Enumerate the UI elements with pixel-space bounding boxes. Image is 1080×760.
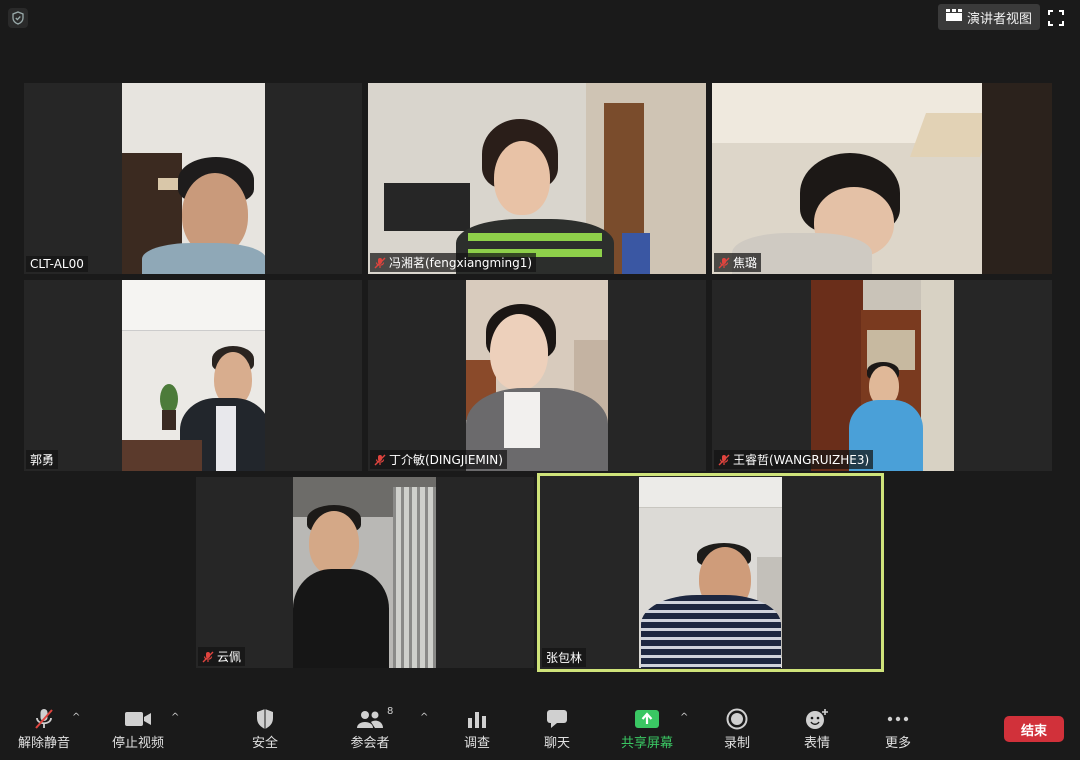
participant-name-tag: CLT-AL00	[26, 256, 88, 272]
end-meeting-button[interactable]: 结束	[1004, 716, 1064, 742]
participant-name-tag: 郭勇	[26, 450, 59, 469]
share-screen-button[interactable]: 共享屏幕	[612, 706, 682, 751]
video-tile[interactable]: 王睿哲(WANGRUIZHE3)	[712, 280, 1052, 471]
muted-mic-icon	[374, 454, 386, 466]
muted-mic-icon	[374, 257, 386, 269]
more-button[interactable]: 更多	[863, 706, 933, 751]
participant-video	[293, 477, 436, 668]
participant-name-tag: 丁介敏(DINGJIEMIN)	[370, 450, 507, 469]
chat-button[interactable]: 聊天	[522, 706, 592, 751]
participant-name-tag: 焦璐	[714, 253, 762, 272]
participant-name-tag: 张包林	[542, 648, 587, 667]
reactions-button[interactable]: 表情	[782, 706, 852, 751]
bar-chart-icon	[467, 706, 487, 732]
ellipsis-icon	[887, 706, 909, 732]
meeting-toolbar: 解除静音 ^ 停止视频 ^ 安全 参会者 8 ^ 调查 聊天 共享屏幕 ^ 录制…	[0, 700, 1080, 760]
video-tile[interactable]: 冯湘茗(fengxiangming1)	[368, 83, 706, 274]
participant-video	[122, 280, 265, 471]
record-button[interactable]: 录制	[702, 706, 772, 751]
fullscreen-icon[interactable]	[1046, 8, 1066, 28]
participant-name-tag: 冯湘茗(fengxiangming1)	[370, 253, 537, 272]
audio-options-chevron-icon[interactable]: ^	[72, 712, 80, 723]
video-tile[interactable]: CLT-AL00	[24, 83, 362, 274]
muted-microphone-icon	[33, 706, 55, 732]
participant-name-tag: 云佩	[198, 647, 246, 666]
participant-video	[639, 477, 782, 668]
video-tile[interactable]: 云佩	[196, 477, 534, 668]
share-options-chevron-icon[interactable]: ^	[680, 712, 688, 723]
security-button[interactable]: 安全	[230, 706, 300, 751]
muted-mic-icon	[718, 257, 730, 269]
participant-video	[122, 83, 265, 274]
grid-view-icon	[946, 9, 962, 25]
emoji-plus-icon	[805, 706, 829, 732]
video-tile-active-speaker[interactable]: 张包林	[537, 473, 884, 672]
participants-options-chevron-icon[interactable]: ^	[420, 712, 428, 723]
video-tile[interactable]: 丁介敏(DINGJIEMIN)	[368, 280, 706, 471]
encryption-shield-icon[interactable]	[8, 8, 28, 28]
chat-bubble-icon	[546, 706, 568, 732]
participants-count-badge: 8	[387, 706, 394, 717]
participants-icon	[357, 706, 383, 732]
meeting-window: 演讲者视图 CLT-AL00 冯湘茗(fengxiangming1) 焦璐 郭勇…	[0, 0, 1080, 760]
stop-video-button[interactable]: 停止视频	[103, 706, 173, 751]
record-icon	[726, 706, 748, 732]
video-tile[interactable]: 焦璐	[712, 83, 1052, 274]
share-screen-arrow-icon	[634, 706, 660, 732]
muted-mic-icon	[202, 651, 214, 663]
polls-button[interactable]: 调查	[442, 706, 512, 751]
unmute-button[interactable]: 解除静音	[9, 706, 79, 751]
speaker-view-label: 演讲者视图	[967, 11, 1033, 27]
participant-video	[811, 280, 954, 471]
participant-name-tag: 王睿哲(WANGRUIZHE3)	[714, 450, 874, 469]
muted-mic-icon	[718, 454, 730, 466]
video-tile[interactable]: 郭勇	[24, 280, 362, 471]
participants-button[interactable]: 参会者	[335, 706, 405, 751]
participant-video	[368, 83, 706, 274]
security-shield-icon	[255, 706, 275, 732]
video-options-chevron-icon[interactable]: ^	[171, 712, 179, 723]
speaker-view-button[interactable]: 演讲者视图	[938, 4, 1041, 30]
participant-video	[712, 83, 1052, 274]
video-camera-icon	[125, 706, 151, 732]
participant-video	[466, 280, 608, 471]
